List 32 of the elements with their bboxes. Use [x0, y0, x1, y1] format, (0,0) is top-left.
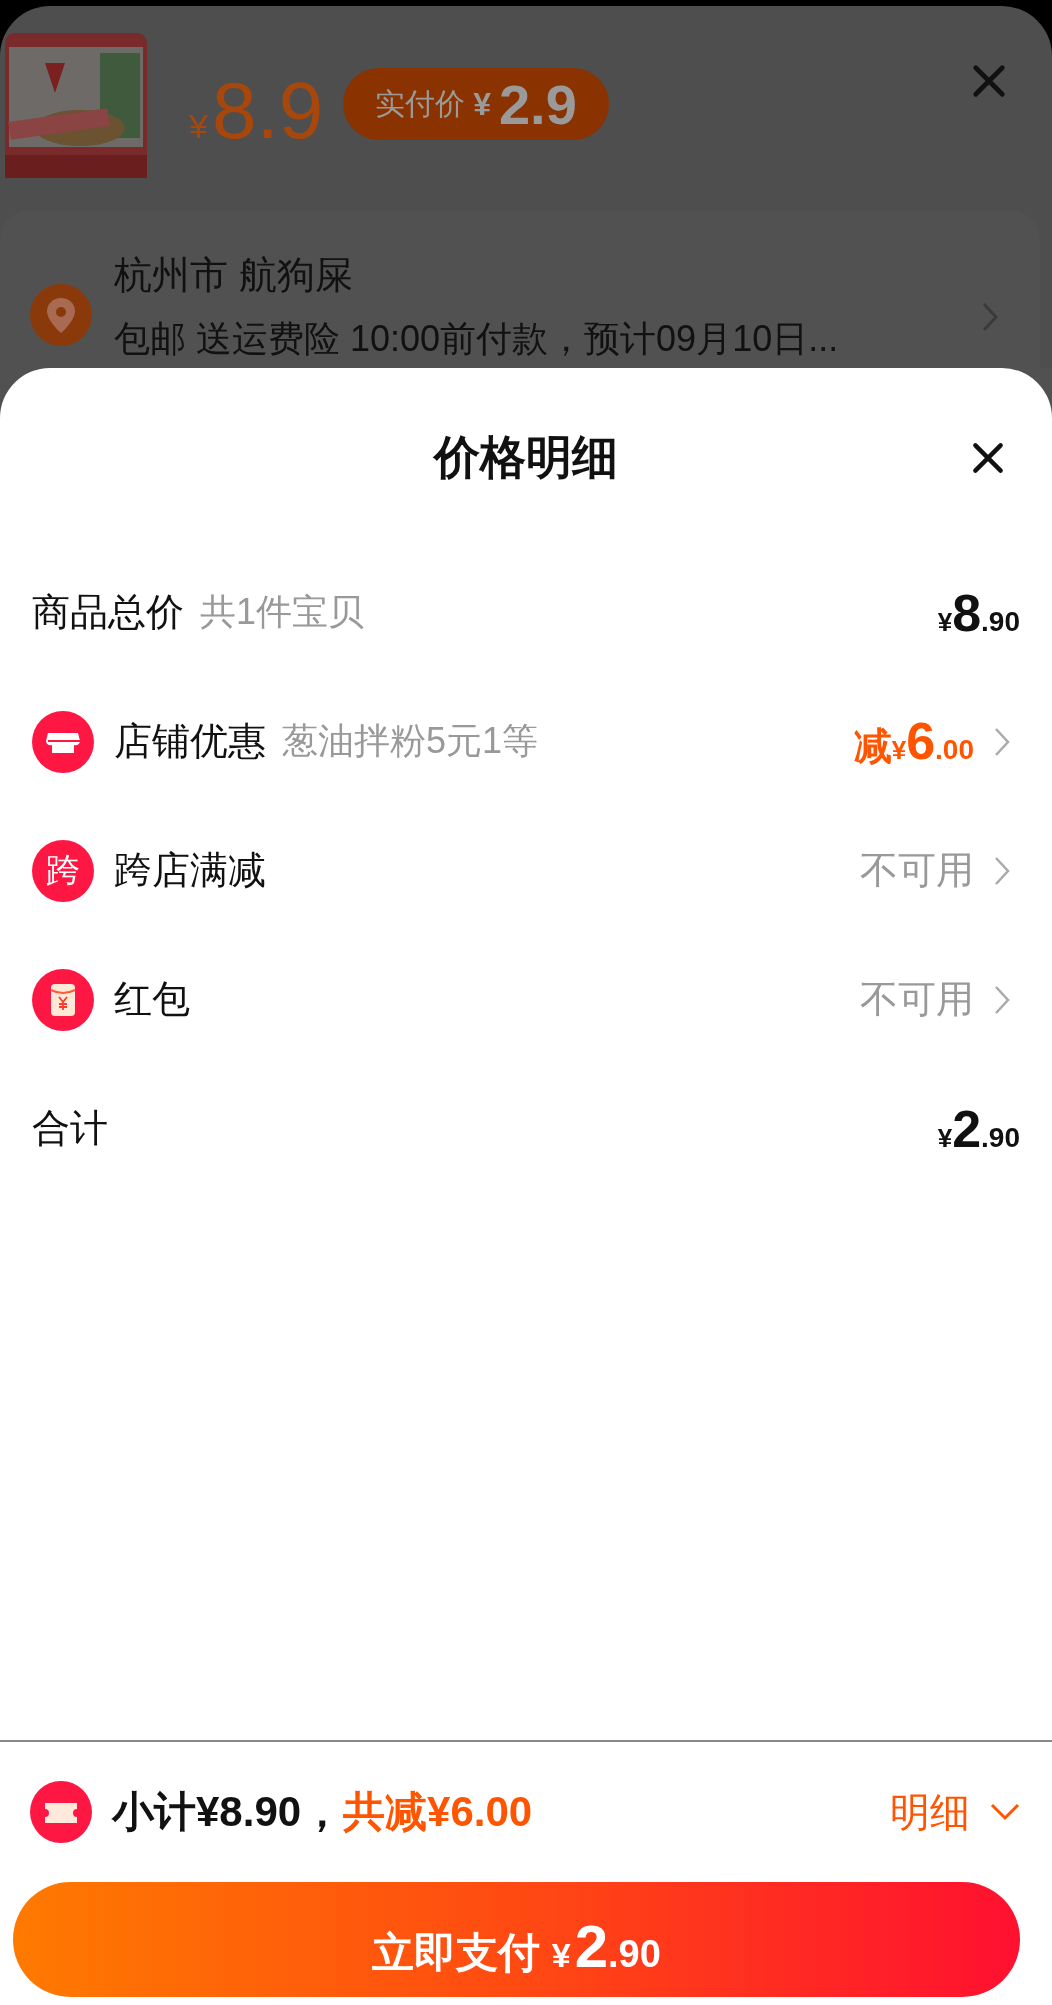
cross-store-icon: 跨: [32, 839, 94, 902]
envelope-icon: [32, 968, 94, 1031]
subtotal-text: 小计¥8.90，: [112, 1787, 344, 1837]
saving-text: 共减¥6.00: [343, 1787, 533, 1837]
sheet-title: 价格明细: [434, 430, 618, 485]
detail-link[interactable]: 明细: [890, 1784, 970, 1840]
ticket-icon: [30, 1781, 92, 1843]
price-text: ¥8.9: [189, 65, 324, 157]
address-text: 杭州市 航狗屎: [114, 253, 354, 298]
close-icon[interactable]: [970, 440, 1006, 476]
row-label: 跨店满减: [114, 848, 266, 893]
row-label: 合计: [32, 1106, 108, 1151]
chevron-right-icon[interactable]: [994, 855, 1010, 886]
chevron-right-icon[interactable]: [994, 984, 1010, 1015]
pay-button[interactable]: 立即支付 ¥2.90: [13, 1882, 1020, 1997]
paid-price-badge: 实付价 ¥2.9: [343, 68, 609, 140]
chevron-right-icon[interactable]: [994, 726, 1010, 757]
chevron-right-icon: [982, 302, 998, 332]
price-amount: ¥2.90: [937, 1098, 1020, 1159]
price-amount: ¥8.90: [937, 582, 1020, 643]
store-icon: [32, 710, 94, 773]
location-pin-icon: [30, 284, 92, 346]
status-text: 不可用: [860, 977, 974, 1022]
row-note: 葱油拌粉5元1等: [282, 719, 539, 763]
shipping-text: 包邮 送运费险 10:00前付款，预计09月10日...: [114, 317, 839, 361]
row-note: 共1件宝贝: [200, 590, 365, 634]
status-text: 不可用: [860, 848, 974, 893]
row-label: 商品总价: [32, 590, 184, 635]
discount-amount: 减¥6.00: [853, 711, 974, 772]
row-label: 店铺优惠: [114, 719, 266, 764]
chevron-down-icon[interactable]: [990, 1803, 1020, 1821]
row-label: 红包: [114, 977, 190, 1022]
